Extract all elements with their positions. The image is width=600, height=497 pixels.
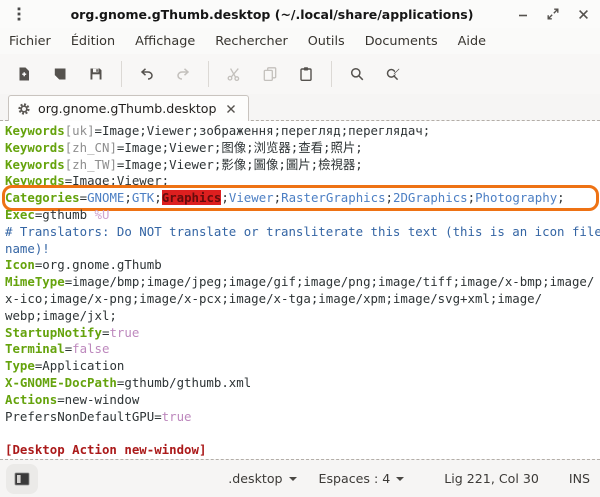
menu-documents[interactable]: Documents xyxy=(355,31,448,52)
cursor-position-label: Lig 221, Col 30 xyxy=(444,471,539,486)
window-menu-icon[interactable] xyxy=(8,3,30,25)
window-title: org.gnome.gThumb.desktop (~/.local/share… xyxy=(30,7,514,22)
toolbar-separator xyxy=(121,61,122,87)
copy-icon xyxy=(262,66,278,82)
toolbar-file-group xyxy=(6,61,114,87)
menu-outils[interactable]: Outils xyxy=(298,31,355,52)
minimize-button[interactable] xyxy=(514,5,532,23)
undo-button[interactable] xyxy=(134,61,160,87)
window-controls xyxy=(514,5,592,23)
chevron-down-icon xyxy=(396,477,404,481)
code-line xyxy=(5,425,600,442)
side-panel-icon xyxy=(14,472,30,486)
code-line: webp;image/jxl; xyxy=(5,308,600,325)
search-button[interactable] xyxy=(344,61,370,87)
restore-button[interactable] xyxy=(544,5,562,23)
undo-icon xyxy=(139,66,155,82)
code-line: Exec=gthumb %U xyxy=(5,207,600,224)
code-line: StartupNotify=true xyxy=(5,325,600,342)
menu-edition[interactable]: Édition xyxy=(61,31,125,52)
toolbar-separator xyxy=(208,61,209,87)
menu-aide[interactable]: Aide xyxy=(448,31,496,52)
tab-org-gnome-gthumb-desktop[interactable]: org.gnome.gThumb.desktop xyxy=(8,95,249,121)
toolbar-separator xyxy=(331,61,332,87)
code-line: Keywords[zh_TW]=Image;Viewer;影像;圖像;圖片;檢視… xyxy=(5,157,600,174)
titlebar: org.gnome.gThumb.desktop (~/.local/share… xyxy=(0,0,600,28)
tab-width-selector[interactable]: Espaces : 4 xyxy=(319,471,405,486)
code-line: X-GNOME-DocPath=gthumb/gthumb.xml xyxy=(5,375,600,392)
toolbar xyxy=(0,54,600,94)
paste-icon xyxy=(298,66,314,82)
save-button[interactable] xyxy=(83,61,109,87)
code-line: MimeType=image/bmp;image/jpeg;image/gif;… xyxy=(5,274,600,291)
menu-affichage[interactable]: Affichage xyxy=(125,31,205,52)
toolbar-clipboard-group xyxy=(216,61,324,87)
menu-fichier[interactable]: Fichier xyxy=(0,31,61,52)
code-line: Keywords=Image;Viewer; xyxy=(5,173,600,190)
redo-button[interactable] xyxy=(170,61,196,87)
language-label: .desktop xyxy=(228,471,282,486)
find-replace-button[interactable] xyxy=(380,61,406,87)
toolbar-undo-group xyxy=(129,61,201,87)
language-selector[interactable]: .desktop xyxy=(228,471,296,486)
new-document-icon xyxy=(16,66,32,82)
code-line: Categories=GNOME;GTK;Graphics;Viewer;Ras… xyxy=(5,190,600,207)
chevron-down-icon xyxy=(289,477,297,481)
gedit-window: org.gnome.gThumb.desktop (~/.local/share… xyxy=(0,0,600,497)
redo-icon xyxy=(175,66,191,82)
insert-mode-label: INS xyxy=(569,471,590,486)
code-line: Terminal=false xyxy=(5,341,600,358)
code-line: x-ico;image/x-png;image/x-pcx;image/x-tg… xyxy=(5,291,600,308)
cursor-position[interactable]: Lig 221, Col 30 xyxy=(444,471,539,486)
code-line: Actions=new-window xyxy=(5,392,600,409)
code-line: # Translators: Do NOT translate or trans… xyxy=(5,224,600,241)
toolbar-search-group xyxy=(339,61,411,87)
statusbar: .desktop Espaces : 4 Lig 221, Col 30 INS xyxy=(0,459,600,497)
open-document-icon xyxy=(52,66,68,82)
find-replace-icon xyxy=(385,66,401,82)
tab-width-label: Espaces : 4 xyxy=(319,471,391,486)
close-button[interactable] xyxy=(574,5,592,23)
search-icon xyxy=(349,66,365,82)
menubar: Fichier Édition Affichage Rechercher Out… xyxy=(0,28,600,54)
code-line: [Desktop Action new-window] xyxy=(5,442,600,459)
new-document-button[interactable] xyxy=(11,61,37,87)
tabbar: org.gnome.gThumb.desktop xyxy=(0,94,600,121)
cut-icon xyxy=(226,66,242,82)
side-panel-toggle-button[interactable] xyxy=(6,464,38,494)
paste-button[interactable] xyxy=(293,61,319,87)
insert-mode-indicator: INS xyxy=(569,471,590,486)
tab-label: org.gnome.gThumb.desktop xyxy=(38,101,217,116)
editor-content[interactable]: Keywords[uk]=Image;Viewer;зображення;пер… xyxy=(0,121,600,459)
code-line: Keywords[uk]=Image;Viewer;зображення;пер… xyxy=(5,123,600,140)
copy-button[interactable] xyxy=(257,61,283,87)
menu-rechercher[interactable]: Rechercher xyxy=(205,31,297,52)
code-line: Type=Application xyxy=(5,358,600,375)
code-line: name)! xyxy=(5,241,600,258)
tab-close-icon[interactable] xyxy=(224,102,238,116)
statusbar-right: .desktop Espaces : 4 Lig 221, Col 30 INS xyxy=(228,471,590,486)
cut-button[interactable] xyxy=(221,61,247,87)
code-line: Icon=org.gnome.gThumb xyxy=(5,257,600,274)
code-line: PrefersNonDefaultGPU=true xyxy=(5,409,600,426)
open-document-button[interactable] xyxy=(47,61,73,87)
gear-icon xyxy=(17,102,31,116)
save-icon xyxy=(88,66,104,82)
code-line: Keywords[zh_CN]=Image;Viewer;图像;浏览器;查看;照… xyxy=(5,140,600,157)
